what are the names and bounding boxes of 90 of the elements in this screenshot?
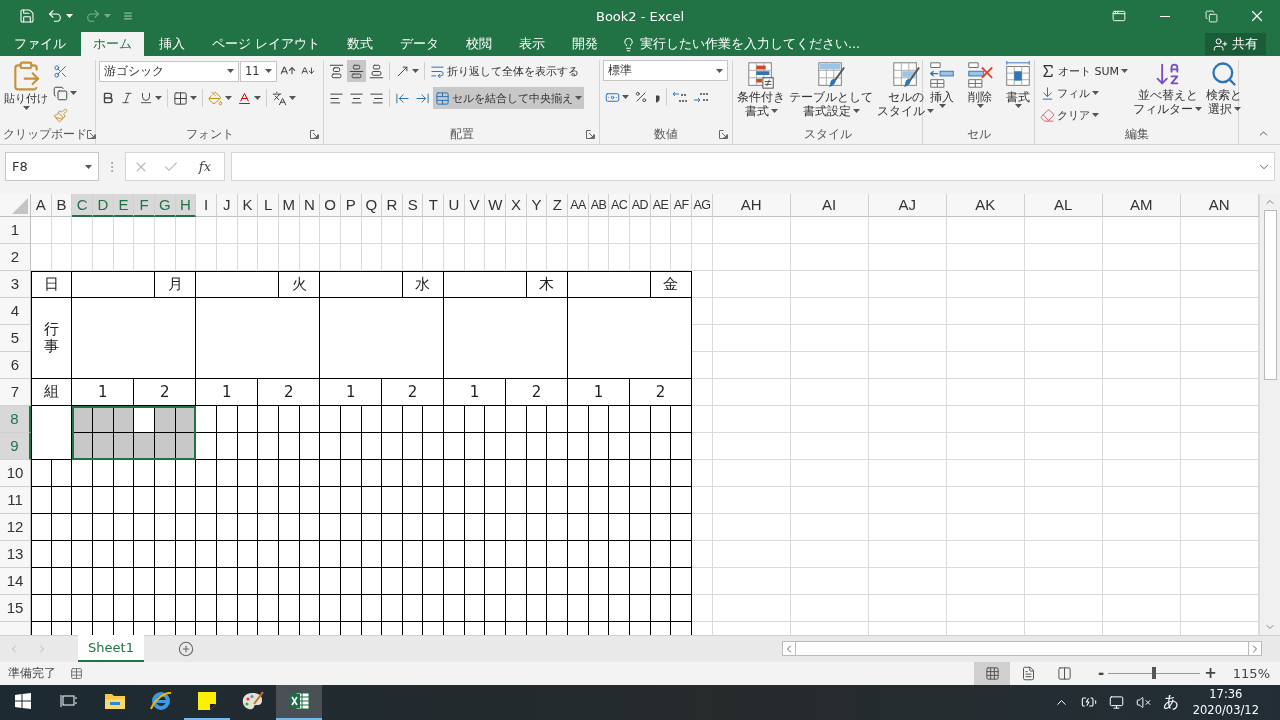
status-text: 準備完了: [8, 664, 56, 682]
table-cell: 1: [72, 378, 135, 406]
table-cell: 1: [196, 378, 259, 406]
ribbon-tab[interactable]: 数式: [335, 32, 385, 56]
zoom-out-button[interactable]: -: [1094, 664, 1109, 683]
table-cell: 行事: [44, 321, 60, 355]
row-header[interactable]: 3: [0, 270, 31, 298]
cells-button[interactable]: 挿入: [926, 60, 958, 126]
column-header[interactable]: AA: [568, 193, 589, 217]
share-button[interactable]: 共有: [1205, 33, 1266, 55]
ribbon-tab[interactable]: 校閲: [454, 32, 504, 56]
cells-button[interactable]: 書式: [1002, 60, 1034, 126]
row-header[interactable]: 14: [0, 567, 31, 595]
column-header[interactable]: Z: [547, 193, 569, 217]
column-header[interactable]: T: [423, 193, 445, 217]
clock-time: 17:36: [1209, 686, 1243, 703]
table-cell: 1: [444, 378, 507, 406]
table-cell: 1: [568, 378, 631, 406]
font-name-field[interactable]: 游ゴシック: [99, 60, 239, 82]
ribbon-tab[interactable]: データ: [388, 32, 451, 56]
merge-center-button[interactable]: セルを結合して中央揃え: [433, 87, 584, 109]
zoom-level[interactable]: 115%: [1232, 665, 1270, 681]
row-header[interactable]: 2: [0, 243, 31, 271]
column-header[interactable]: F: [134, 193, 155, 217]
row-header[interactable]: 10: [0, 459, 31, 487]
column-header[interactable]: R: [382, 193, 403, 217]
row-header[interactable]: 9: [0, 432, 31, 460]
ribbon-tab[interactable]: 表示: [507, 32, 557, 56]
input-method-button[interactable]: あ: [1160, 691, 1181, 713]
cells-button[interactable]: 削除: [964, 60, 996, 126]
row-header[interactable]: 11: [0, 486, 31, 514]
zoom-in-button[interactable]: +: [1200, 664, 1221, 683]
row-header[interactable]: 5: [0, 324, 31, 352]
ribbon-tab[interactable]: ホーム: [81, 32, 144, 56]
insert-function-button[interactable]: fx: [192, 158, 217, 175]
column-header[interactable]: A: [31, 193, 52, 217]
column-header[interactable]: AC: [609, 193, 631, 217]
editing-button[interactable]: フィル: [1038, 82, 1131, 104]
group-label: スタイル: [803, 126, 852, 143]
group-label: 数値: [654, 126, 678, 143]
style-button[interactable]: 条件付き 書式: [736, 60, 786, 126]
column-header[interactable]: C: [72, 193, 93, 217]
group-label: クリップボード: [3, 126, 87, 143]
column-header[interactable]: AF: [671, 193, 692, 217]
group-label: 編集: [1124, 126, 1149, 143]
ribbon-tab[interactable]: 挿入: [147, 32, 197, 56]
ribbon-tab[interactable]: 開発: [560, 32, 610, 56]
row-header[interactable]: 15: [0, 594, 31, 622]
column-header[interactable]: I: [196, 193, 217, 217]
column-header[interactable]: U: [444, 193, 465, 217]
table-cell: 2: [630, 378, 692, 406]
column-header[interactable]: W: [485, 193, 507, 217]
tell-me-field[interactable]: 実行したい作業を入力してください...: [640, 35, 860, 53]
sheet-tab[interactable]: Sheet1: [78, 635, 144, 663]
paste-button[interactable]: 貼り付け: [3, 60, 49, 126]
row-header[interactable]: 7: [0, 378, 31, 406]
ribbon-tab[interactable]: ファイル: [2, 32, 78, 56]
style-button[interactable]: テーブルとして 書式設定: [788, 60, 874, 126]
column-header[interactable]: AD: [630, 193, 651, 217]
group-label: 配置: [449, 126, 474, 143]
column-header[interactable]: X: [506, 193, 527, 217]
editing-button[interactable]: 並べ替えと フィルター: [1132, 60, 1204, 126]
row-header[interactable]: 8: [0, 405, 31, 433]
number-format-field[interactable]: 標準: [603, 60, 728, 81]
table-cell: 2: [506, 378, 569, 406]
row-header[interactable]: 1: [0, 216, 31, 244]
editing-button[interactable]: オート SUM: [1038, 60, 1131, 82]
font-size-field[interactable]: 11: [240, 60, 277, 82]
window-title: Book2 - Excel: [596, 8, 684, 24]
table-cell: 組: [31, 378, 73, 406]
editing-button[interactable]: クリア: [1038, 104, 1131, 126]
row-header[interactable]: 13: [0, 540, 31, 568]
clock-date: 2020/03/12: [1192, 702, 1259, 719]
row-header[interactable]: 12: [0, 513, 31, 541]
group-label: セル: [966, 126, 991, 143]
wrap-text-button[interactable]: 折り返して全体を表示する: [428, 60, 581, 82]
group-label: フォント: [185, 126, 234, 143]
column-header[interactable]: L: [258, 193, 279, 217]
table-cell: 1: [320, 378, 383, 406]
row-header[interactable]: 4: [0, 297, 31, 325]
table-cell: 2: [258, 378, 321, 406]
table-cell: 2: [134, 378, 197, 406]
ribbon-tab[interactable]: ページ レイアウト: [200, 32, 332, 56]
name-box[interactable]: F8: [5, 152, 99, 181]
editing-button[interactable]: 検索と 選択: [1205, 60, 1244, 126]
table-cell: 2: [382, 378, 445, 406]
row-header[interactable]: 6: [0, 351, 31, 379]
column-header[interactable]: AG: [692, 193, 713, 217]
table-cell: 日: [31, 270, 73, 298]
column-header[interactable]: O: [320, 193, 341, 217]
